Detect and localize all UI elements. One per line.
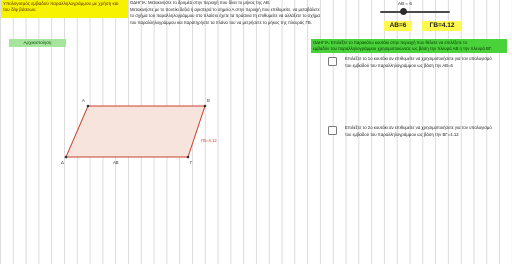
label-b: B	[207, 98, 210, 103]
side-length-label: ΓΒ=4.12	[201, 138, 217, 143]
point-b[interactable]	[203, 104, 207, 108]
label-d: Δ	[61, 160, 64, 165]
base-label: AB	[113, 160, 119, 165]
geometry-canvas: A B Γ Δ ΓΒ=4.12 AB	[61, 98, 217, 165]
parallelogram	[65, 105, 206, 158]
point-c[interactable]	[186, 155, 190, 159]
label-c: Γ	[190, 160, 193, 165]
point-a[interactable]	[86, 104, 90, 108]
label-a: A	[82, 98, 85, 103]
point-d[interactable]	[64, 155, 68, 159]
